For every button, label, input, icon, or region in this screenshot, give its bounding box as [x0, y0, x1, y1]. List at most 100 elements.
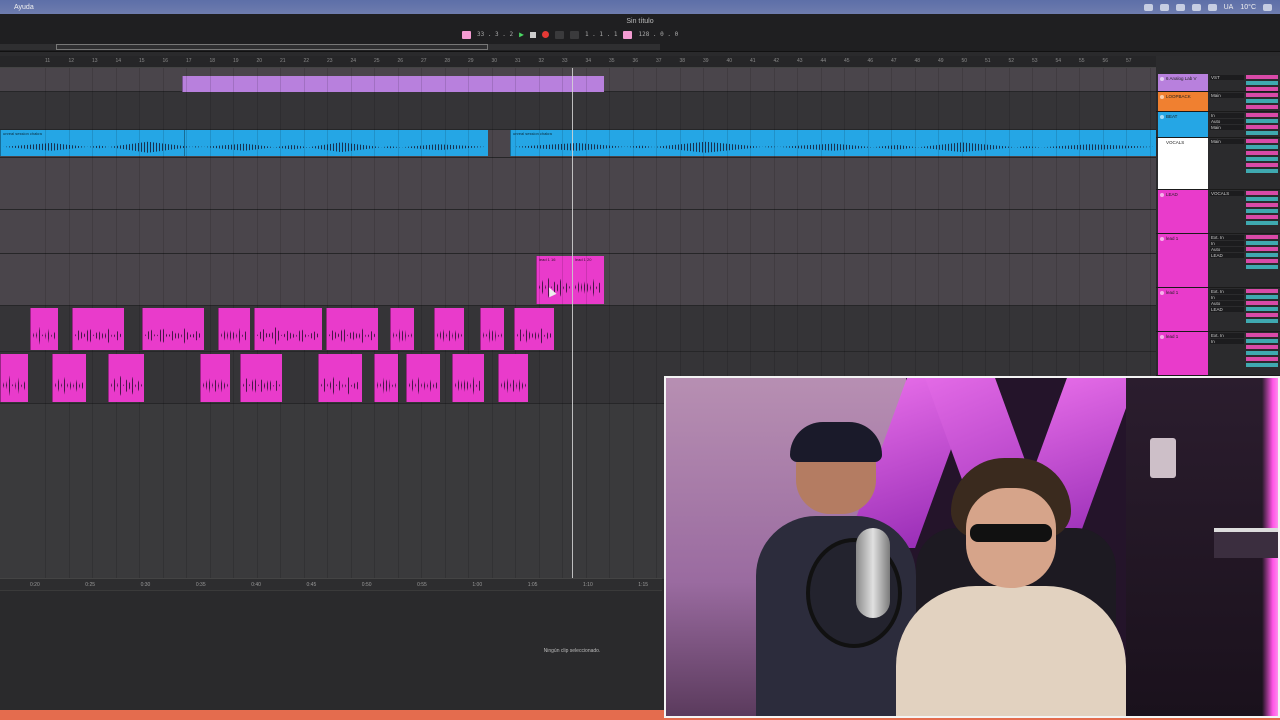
track-name[interactable]: 6 Analog Lab V — [1158, 74, 1208, 91]
audio-clip[interactable] — [480, 308, 504, 350]
wifi-icon[interactable] — [1207, 3, 1217, 11]
audio-clip[interactable] — [406, 354, 440, 402]
song-position[interactable]: 33 . 3 . 2 — [477, 31, 513, 38]
track-io[interactable]: Main — [1210, 139, 1244, 145]
audio-clip[interactable] — [434, 308, 464, 350]
tray-icon[interactable] — [1143, 3, 1153, 11]
track-controls[interactable] — [1246, 333, 1278, 369]
audio-clip[interactable]: unreal session chakra — [0, 130, 488, 156]
track-controls[interactable] — [1246, 139, 1278, 175]
playhead[interactable] — [572, 68, 573, 580]
track-name[interactable]: lead 1 — [1158, 332, 1208, 375]
track-header[interactable]: lead 1 Ext. In In — [1156, 332, 1280, 376]
weather[interactable]: 10°C — [1240, 4, 1256, 11]
menu-help[interactable]: Ayuda — [0, 4, 42, 11]
track-activator-icon[interactable] — [1160, 335, 1164, 339]
track-controls[interactable] — [1246, 289, 1278, 325]
audio-clip[interactable] — [200, 354, 230, 402]
metronome-icon[interactable] — [462, 30, 471, 39]
play-button[interactable]: ▶ — [519, 30, 524, 39]
loop-start[interactable]: 1 . 1 . 1 — [585, 31, 618, 38]
bar-number: 57 — [1126, 58, 1132, 64]
track-activator-icon[interactable] — [1160, 291, 1164, 295]
track-controls[interactable] — [1246, 235, 1278, 271]
track-io[interactable]: Ext. In In Auto LEAD — [1210, 289, 1244, 313]
grid-line — [609, 68, 610, 580]
audio-clip[interactable]: lead 1 16 — [536, 256, 572, 304]
control-center-icon[interactable] — [1263, 3, 1272, 11]
track-header[interactable]: LOOPBACK Main — [1156, 92, 1280, 112]
audio-clip[interactable] — [452, 354, 484, 402]
audio-clip[interactable] — [514, 308, 554, 350]
transport-bar: 33 . 3 . 2 ▶ 1 . 1 . 1 128 . 0 . 0 — [462, 30, 678, 39]
track-activator-icon[interactable] — [1160, 141, 1164, 145]
track-activator-icon[interactable] — [1160, 193, 1164, 197]
track-header[interactable]: LEAD VOCALS — [1156, 190, 1280, 234]
audio-clip[interactable] — [52, 354, 86, 402]
track-name[interactable]: LOOPBACK — [1158, 92, 1208, 111]
audio-clip[interactable] — [142, 308, 204, 350]
track-io[interactable]: Ext. In In Auto LEAD — [1210, 235, 1244, 259]
audio-clip[interactable] — [108, 354, 144, 402]
track-name[interactable]: lead 1 — [1158, 234, 1208, 287]
time-ruler[interactable]: 0:20 0:25 0:30 0:35 0:40 0:45 0:50 0:55 1:00 1:05… — [0, 578, 662, 590]
track-controls[interactable] — [1246, 75, 1278, 93]
grid-line — [632, 68, 634, 580]
track-header[interactable]: lead 1 Ext. In In Auto LEAD — [1156, 288, 1280, 332]
track-io[interactable]: Ext. In In — [1210, 333, 1244, 345]
track-name[interactable]: LEAD — [1158, 190, 1208, 233]
midi-clip[interactable] — [182, 76, 604, 92]
bar-number: 40 — [726, 58, 733, 64]
bar-number: 56 — [1102, 58, 1109, 64]
tray-icon[interactable] — [1175, 3, 1185, 11]
track-lane[interactable] — [0, 210, 1156, 254]
track-io[interactable]: VST — [1210, 75, 1244, 81]
audio-clip[interactable] — [240, 354, 282, 402]
automation-icon[interactable] — [569, 30, 579, 39]
overview-window[interactable] — [56, 44, 488, 50]
bar-ruler[interactable]: 11 12 13 14 15 16 17 18 19 20 21 22 23 24 25 26 27 28 29 30… — [0, 56, 1156, 68]
track-lane[interactable] — [0, 158, 1156, 210]
tray-icon[interactable] — [1159, 3, 1169, 11]
track-header[interactable]: 6 Analog Lab V VST — [1156, 74, 1280, 92]
overdub-icon[interactable] — [554, 30, 564, 39]
stop-button[interactable] — [529, 31, 536, 38]
arrangement-overview[interactable] — [0, 44, 660, 50]
track-io[interactable]: Main — [1210, 93, 1244, 99]
track-lane[interactable] — [0, 92, 1156, 130]
track-header[interactable]: BEAT In Auto Main — [1156, 112, 1280, 138]
audio-clip[interactable] — [326, 308, 378, 350]
track-activator-icon[interactable] — [1160, 77, 1164, 81]
audio-clip[interactable] — [30, 308, 58, 350]
tray-icon[interactable] — [1191, 3, 1201, 11]
record-button[interactable] — [541, 31, 549, 38]
menu-bar: Ayuda UA 10°C — [0, 0, 1280, 14]
track-activator-icon[interactable] — [1160, 95, 1164, 99]
track-activator-icon[interactable] — [1160, 115, 1164, 119]
bar-number: 31 — [515, 58, 521, 64]
audio-clip[interactable] — [218, 308, 250, 350]
track-header[interactable]: lead 1 Ext. In In Auto LEAD — [1156, 234, 1280, 288]
audio-clip[interactable] — [254, 308, 322, 350]
audio-clip[interactable] — [0, 354, 28, 402]
audio-clip[interactable]: lead 1 20 — [572, 256, 604, 304]
audio-clip[interactable] — [374, 354, 398, 402]
track-controls[interactable] — [1246, 191, 1278, 227]
audio-clip[interactable] — [72, 308, 124, 350]
track-activator-icon[interactable] — [1160, 237, 1164, 241]
track-header[interactable]: VOCALS Main — [1156, 138, 1280, 190]
loop-toggle-icon[interactable] — [623, 30, 633, 39]
input-source[interactable]: UA — [1224, 4, 1234, 11]
track-io[interactable]: In Auto Main — [1210, 113, 1244, 131]
track-controls[interactable] — [1246, 93, 1278, 111]
tempo-field[interactable]: 128 . 0 . 0 — [638, 31, 678, 38]
audio-clip[interactable] — [390, 308, 414, 350]
track-name[interactable]: BEAT — [1158, 112, 1208, 137]
audio-clip[interactable] — [498, 354, 528, 402]
audio-clip[interactable] — [318, 354, 362, 402]
audio-clip[interactable]: unreal session chakra — [510, 130, 1156, 156]
track-name[interactable]: VOCALS — [1158, 138, 1208, 189]
track-io[interactable]: VOCALS — [1210, 191, 1244, 197]
track-name[interactable]: lead 1 — [1158, 288, 1208, 331]
track-controls[interactable] — [1246, 113, 1278, 137]
